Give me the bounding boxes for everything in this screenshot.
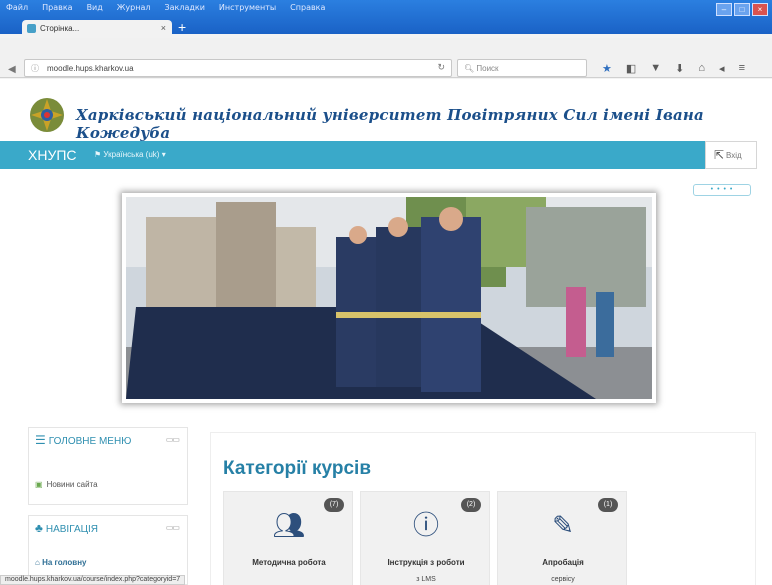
maximize-button[interactable]: □	[734, 3, 750, 16]
category-label: Апробація	[542, 558, 584, 567]
search-icon: 🔍︎	[464, 64, 477, 73]
browser-menubar: Файл Правка Вид Журнал Закладки Инструме…	[6, 3, 325, 12]
home-small-icon: ⌂	[35, 558, 43, 567]
site-header: Харківський національний університет Пов…	[0, 79, 772, 142]
login-label: Вхід	[726, 151, 742, 160]
menu-tools[interactable]: Инструменты	[219, 3, 276, 12]
category-sublabel: з LMS	[416, 576, 436, 583]
page-title: Категорії курсів	[223, 458, 372, 479]
university-emblem-icon[interactable]	[28, 96, 66, 134]
bookmark-star-icon[interactable]: ★	[602, 62, 612, 75]
language-selector[interactable]: ⚑ Українська (uk) ▾	[94, 150, 166, 159]
navigation-collapse-icon[interactable]: ▭▭	[166, 523, 180, 532]
navigation-title: ♣ Навігація	[35, 521, 99, 536]
browser-titlebar: Файл Правка Вид Журнал Закладки Инструме…	[0, 0, 772, 38]
main-menu-title: ☰ Головне меню	[35, 433, 132, 448]
course-categories-region: Категорії курсів (7) 👥︎ Методична робота…	[210, 432, 756, 585]
search-input[interactable]: 🔍︎ Поиск	[457, 59, 587, 77]
browser-toolbar: ★ ◧ ▼ ⬇ ⌂ ◂ ≡	[602, 62, 745, 75]
users-icon: 👥︎	[272, 510, 306, 540]
login-icon: ⇱	[714, 148, 725, 162]
reload-icon[interactable]: ↻	[437, 62, 445, 73]
browser-window: Файл Правка Вид Журнал Закладки Инструме…	[0, 0, 772, 585]
download-icon[interactable]: ⬇	[675, 62, 684, 75]
parade-photo	[126, 197, 652, 399]
window-controls: – □ ×	[716, 3, 768, 16]
search-placeholder: Поиск	[476, 64, 499, 73]
pocket-icon[interactable]: ▼	[650, 62, 661, 75]
menu-file[interactable]: Файл	[6, 3, 28, 12]
list-icon: ☰	[35, 433, 46, 447]
menu-help[interactable]: Справка	[290, 3, 325, 12]
flag-icon: ⚑	[94, 150, 104, 159]
url-text: moodle.hups.kharkov.ua	[47, 64, 134, 73]
new-tab-button[interactable]: +	[178, 20, 186, 34]
share-icon[interactable]: ◂	[719, 62, 725, 75]
brand-link[interactable]: ХНУПС	[28, 147, 77, 163]
tab-favicon-icon	[27, 24, 36, 33]
back-arrow-icon[interactable]: ◀	[8, 64, 16, 75]
site-title[interactable]: Харківський національний університет Пов…	[76, 106, 772, 142]
menu-history[interactable]: Журнал	[117, 3, 151, 12]
close-window-button[interactable]: ×	[752, 3, 768, 16]
menu-edit[interactable]: Правка	[42, 3, 72, 12]
tab-title: Сторінка...	[40, 24, 80, 33]
category-sublabel: сервісу	[551, 576, 575, 583]
sitemap-icon: ♣	[35, 521, 43, 535]
category-label: Інструкція з роботи	[387, 558, 465, 567]
news-icon: ▣	[35, 480, 43, 489]
sidebar-item-home[interactable]: ⌂ На головну	[35, 558, 87, 567]
browser-navbar: ◀ ⓘ moodle.hups.kharkov.ua ↻ 🔍︎ Поиск ★ …	[0, 38, 772, 78]
login-button[interactable]: ⇱ Вхід	[705, 141, 757, 169]
tab-close-icon[interactable]: ×	[161, 23, 166, 33]
slider-pager[interactable]: • • • •	[693, 184, 751, 196]
url-input[interactable]: ⓘ moodle.hups.kharkov.ua ↻	[24, 59, 452, 77]
menu-bookmarks[interactable]: Закладки	[164, 3, 204, 12]
browser-status-bar: moodle.hups.kharkov.ua/course/index.php?…	[0, 575, 186, 585]
main-menu-block: ☰ Головне меню ▭▭ ▣ Новини сайта	[28, 427, 188, 505]
category-card-approbation[interactable]: (1) ✎ Апробація сервісу	[497, 491, 627, 585]
sidebar-item-news[interactable]: ▣ Новини сайта	[35, 480, 98, 489]
language-label: Українська (uk)	[103, 150, 160, 159]
category-card-instructions[interactable]: (2) ⓘ Інструкція з роботи з LMS	[360, 491, 490, 585]
menu-view[interactable]: Вид	[87, 3, 103, 12]
hero-slideshow-image	[122, 193, 656, 403]
minimize-button[interactable]: –	[716, 3, 732, 16]
site-info-icon[interactable]: ⓘ	[31, 63, 39, 74]
web-page: Харківський національний університет Пов…	[0, 79, 772, 585]
browser-tab[interactable]: Сторінка... ×	[22, 20, 172, 38]
top-navigation: ХНУПС ⚑ Українська (uk) ▾ ⇱ Вхід	[0, 141, 757, 169]
edit-icon: ✎	[552, 510, 574, 540]
block-collapse-icon[interactable]: ▭▭	[166, 435, 180, 444]
category-card-methodical[interactable]: (7) 👥︎ Методична робота	[223, 491, 353, 585]
category-label: Методична робота	[252, 558, 326, 567]
home-icon[interactable]: ⌂	[698, 62, 705, 75]
info-icon: ⓘ	[412, 510, 439, 540]
reading-list-icon[interactable]: ◧	[626, 62, 636, 75]
hamburger-menu-icon[interactable]: ≡	[739, 62, 745, 75]
